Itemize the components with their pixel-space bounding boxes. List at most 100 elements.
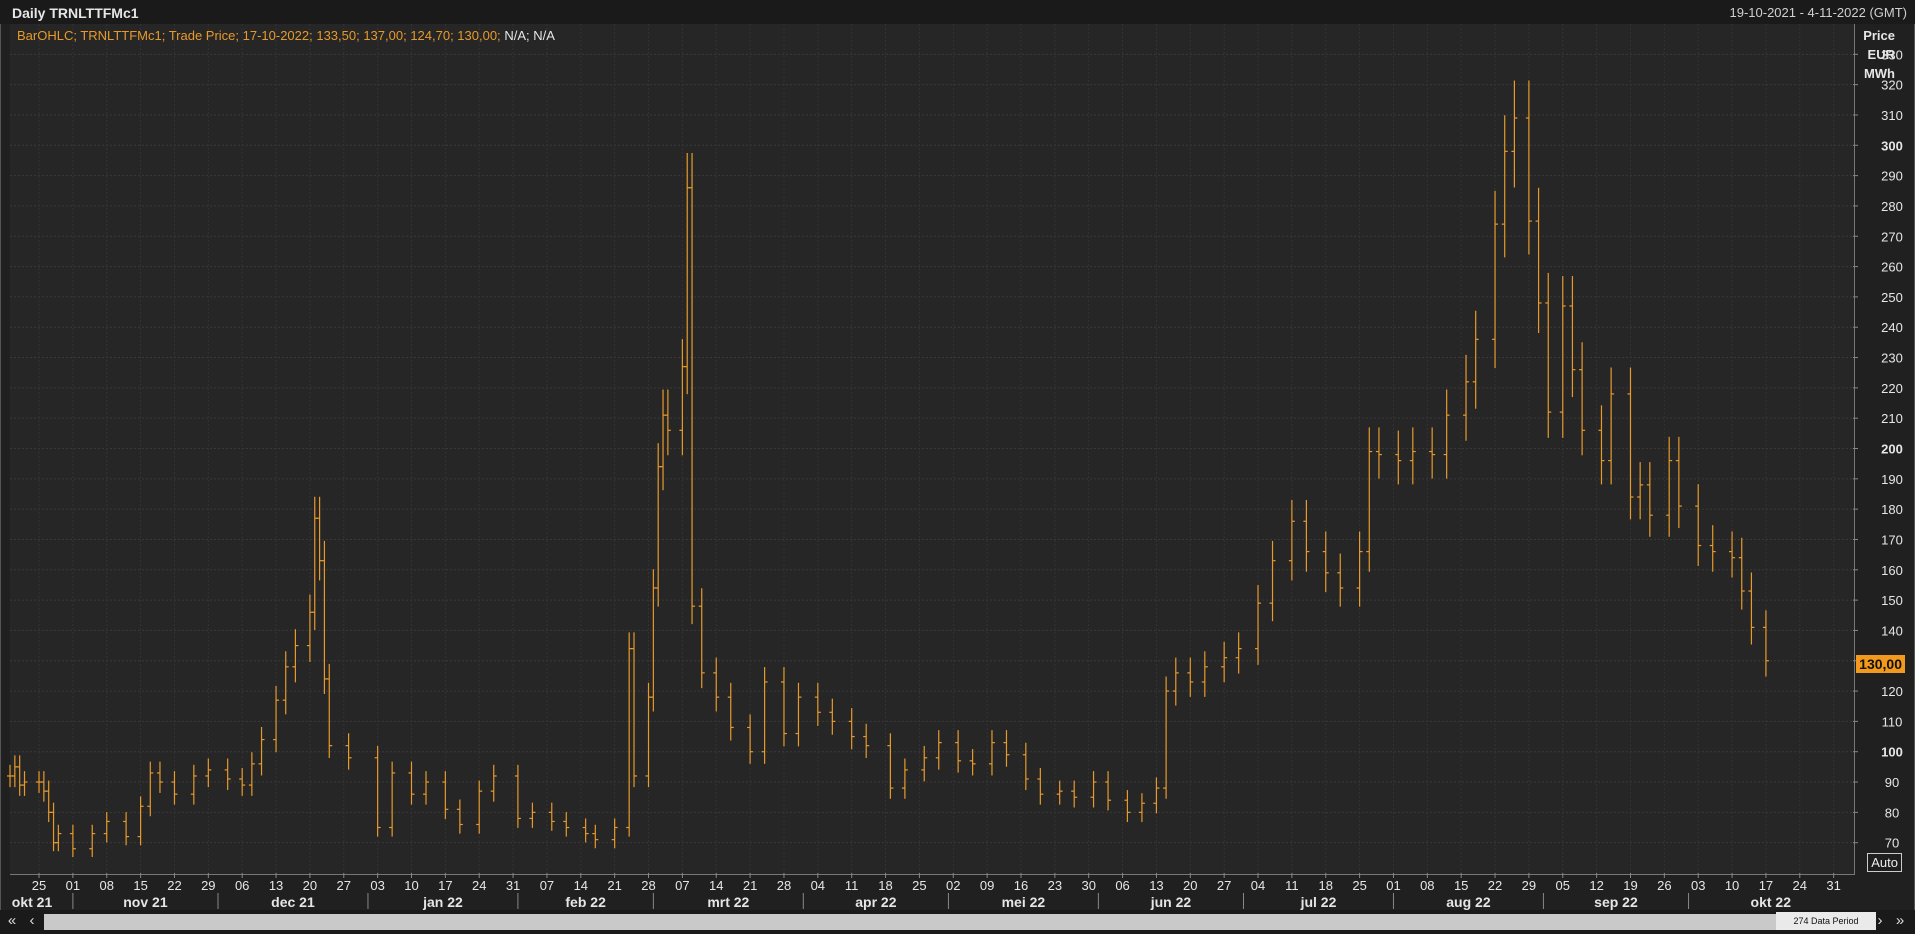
ohlc-bar [205, 758, 212, 788]
ohlc-bar [292, 629, 299, 683]
x-tick-label: 20 [303, 878, 317, 893]
ohlc-bar [1356, 531, 1363, 607]
ohlc-bar [1472, 310, 1479, 409]
month-label: aug 22 [1446, 894, 1491, 910]
x-tick-label: 03 [370, 878, 384, 893]
x-tick-label: 17 [1759, 878, 1773, 893]
x-tick-label: 09 [980, 878, 994, 893]
ohlc-bar [626, 632, 633, 837]
ohlc-bar [645, 682, 652, 788]
x-tick-label: 18 [878, 878, 892, 893]
month-label: okt 22 [1751, 894, 1792, 910]
ohlc-bar [1163, 676, 1170, 799]
ohlc-bars [7, 80, 1769, 857]
x-tick-label: 17 [438, 878, 452, 893]
ohlc-bar [563, 812, 570, 837]
month-label: dec 21 [271, 894, 315, 910]
ohlc-bar [1666, 436, 1673, 537]
ohlc-bar [935, 730, 942, 770]
ohlc-bar [89, 824, 96, 857]
x-tick-label: 12 [1589, 878, 1603, 893]
ohlc-bar [1153, 777, 1160, 814]
ohlc-bar [16, 755, 23, 796]
ohlc-bar [848, 708, 855, 750]
ohlc-bar [311, 496, 318, 630]
ohlc-bar [1738, 537, 1745, 610]
y-tick-label: 200 [1881, 442, 1903, 457]
auto-scale-button[interactable]: Auto [1867, 853, 1902, 872]
ohlc-bar [592, 824, 599, 849]
ohlc-bar [1627, 367, 1634, 520]
ohlc-bar [1337, 553, 1344, 607]
ohlc-bar [316, 496, 323, 581]
scroll-left-icon[interactable]: ‹ [24, 913, 40, 929]
ohlc-bar [1003, 730, 1010, 767]
scrollbar-track[interactable] [44, 914, 1864, 930]
ohlc-bar [50, 802, 57, 852]
ohlc-bar [1288, 499, 1295, 581]
y-tick-label: 260 [1881, 260, 1903, 275]
ohlc-bar [655, 443, 662, 607]
y-tick-label: 170 [1881, 532, 1903, 547]
x-tick-label: 07 [675, 878, 689, 893]
x-tick-label: 18 [1319, 878, 1333, 893]
x-tick-label: 11 [1285, 878, 1299, 893]
y-axis-title: Price EUR MWh [1863, 26, 1895, 83]
ohlc-bar [1037, 767, 1044, 805]
ohlc-bar [1535, 187, 1542, 334]
ohlc-bar [11, 755, 18, 788]
x-tick-label: 24 [1793, 878, 1807, 893]
legend-text: BarOHLC; TRNLTTFMc1; Trade Price; 17-10-… [17, 28, 501, 43]
ohlc-bar [123, 812, 130, 846]
ohlc-bar [1748, 572, 1755, 645]
ohlc-bar [456, 799, 463, 834]
ohlc-bar [147, 761, 154, 817]
ohlc-bar [747, 714, 754, 764]
legend-na: N/A; N/A [504, 28, 555, 43]
ohlc-bar [1322, 531, 1329, 593]
ohlc-bar [1022, 742, 1029, 791]
ohlc-bar [1511, 80, 1518, 188]
grid-lines [10, 24, 1853, 873]
ohlc-bar [1525, 80, 1532, 255]
ohlc-bar [1569, 276, 1576, 398]
ohlc-bar [55, 824, 62, 852]
last-price-badge: 130,00 [1856, 655, 1905, 673]
y-tick-label: 240 [1881, 320, 1903, 335]
x-tick-label: 31 [1826, 878, 1840, 893]
scroll-last-icon[interactable]: » [1892, 913, 1908, 929]
scroll-first-icon[interactable]: « [4, 913, 20, 929]
x-tick-label: 16 [1014, 878, 1028, 893]
ohlc-bar [239, 767, 246, 796]
ohlc-bar [689, 153, 696, 625]
ohlc-bar [1221, 641, 1228, 683]
y-tick-label: 250 [1881, 290, 1903, 305]
ohlc-bar [476, 780, 483, 834]
ohlc-bar [863, 723, 870, 759]
x-tick-label: 14 [709, 878, 723, 893]
scrollbar[interactable]: « ‹ › » [0, 910, 1915, 934]
ohlc-bar [103, 812, 110, 843]
ohlc-bar [1545, 272, 1552, 438]
x-tick-label: 19 [1623, 878, 1637, 893]
x-tick-label: 08 [100, 878, 114, 893]
ohlc-bar [761, 667, 768, 764]
y-tick-label: 310 [1881, 108, 1903, 123]
chart-svg[interactable]: 7080901001101201301401501601701801902002… [0, 0, 1915, 934]
x-tick-label: 22 [167, 878, 181, 893]
x-tick-label: 11 [845, 878, 859, 893]
y-axis-title-line: Price [1863, 28, 1895, 43]
month-label: nov 21 [123, 894, 168, 910]
ohlc-bar [1105, 771, 1112, 811]
ohlc-bar [955, 730, 962, 773]
ohlc-bar [988, 730, 995, 776]
ohlc-bar [1637, 462, 1644, 520]
data-period-label: 274 Data Period [1776, 912, 1876, 930]
ohlc-bar [374, 745, 381, 837]
ohlc-bar [679, 339, 686, 456]
ohlc-bar [901, 758, 908, 799]
ohlc-bar [137, 796, 144, 846]
x-tick-label: 06 [1115, 878, 1129, 893]
ohlc-bar [1762, 610, 1769, 677]
month-label: jun 22 [1150, 894, 1192, 910]
